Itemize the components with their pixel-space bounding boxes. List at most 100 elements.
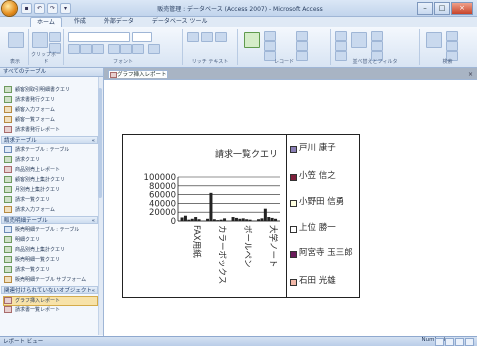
replace-icon[interactable]: [446, 31, 458, 41]
underline-icon[interactable]: [92, 44, 104, 54]
tab-external-data[interactable]: 外部データ: [98, 17, 140, 27]
nav-item-19[interactable]: 請求書一覧レポート: [4, 306, 60, 314]
legend-swatch: [290, 200, 297, 207]
nav-item-14[interactable]: 商品別売上集計クエリ: [4, 246, 65, 254]
nav-item-11[interactable]: 請求入力フォーム: [4, 206, 55, 214]
save-icon[interactable]: ▪: [21, 3, 32, 14]
redo-icon[interactable]: ↷: [47, 3, 58, 14]
cut-icon[interactable]: [49, 32, 61, 42]
nav-item-3[interactable]: 顧客一覧フォーム: [4, 116, 55, 124]
selection-filter-icon[interactable]: [371, 31, 383, 41]
nav-scrollbar-thumb[interactable]: [98, 88, 102, 198]
close-icon[interactable]: ×: [451, 2, 473, 15]
maximize-icon[interactable]: □: [434, 2, 450, 15]
totals-icon[interactable]: [296, 31, 308, 41]
bar: [241, 218, 245, 221]
nav-item-15[interactable]: 販売明細一覧クエリ: [4, 256, 60, 264]
bar: [190, 218, 194, 221]
nav-group-2[interactable]: 関連付けられていないオブジェクト «: [1, 286, 98, 294]
advanced-filter-icon[interactable]: [371, 41, 383, 51]
bar: [194, 217, 198, 221]
view-icon[interactable]: [8, 32, 24, 48]
query-icon: [4, 96, 12, 103]
query-icon: [4, 156, 12, 163]
bar: [234, 217, 238, 221]
document-tab[interactable]: グラフ挿入レポート: [108, 70, 168, 78]
bold-icon[interactable]: [68, 44, 80, 54]
font-size-dropdown[interactable]: [132, 32, 152, 42]
nav-item-2[interactable]: 顧客入力フォーム: [4, 106, 55, 114]
table-icon: [4, 146, 12, 153]
nav-item-7[interactable]: 商品別売上レポート: [4, 166, 60, 174]
nav-item-1[interactable]: 請求書発行クエリ: [4, 96, 55, 104]
refresh-all-icon[interactable]: [244, 32, 260, 48]
form-icon: [4, 206, 12, 213]
document-close-icon[interactable]: ×: [468, 71, 473, 78]
undo-icon[interactable]: ↶: [34, 3, 45, 14]
goto-icon[interactable]: [446, 41, 458, 51]
align-right-icon[interactable]: [132, 44, 144, 54]
nav-item-16[interactable]: 請求一覧クエリ: [4, 266, 50, 274]
tab-create[interactable]: 作成: [68, 17, 92, 27]
qat-dropdown-icon[interactable]: ▾: [60, 3, 71, 14]
window-controls: – □ ×: [417, 2, 473, 15]
ribbon-group-view: 表示: [2, 29, 29, 65]
nav-item-10[interactable]: 請求一覧クエリ: [4, 196, 50, 204]
legend-label: 戸川 康子: [299, 143, 336, 153]
chart-legend: [286, 134, 360, 298]
align-left-icon[interactable]: [108, 44, 120, 54]
ribbon-group-sort-filter: 並べ替えとフィルタ: [331, 29, 420, 65]
bar: [270, 217, 274, 221]
align-center-icon[interactable]: [120, 44, 132, 54]
bar: [212, 219, 216, 221]
paste-icon[interactable]: [32, 32, 48, 48]
bar: [216, 220, 220, 221]
nav-group-0[interactable]: 請求テーブル «: [1, 136, 98, 144]
new-record-icon[interactable]: [264, 31, 276, 41]
query-icon: [4, 176, 12, 183]
minimize-icon[interactable]: –: [417, 2, 433, 15]
font-color-icon[interactable]: [148, 44, 160, 54]
font-name-dropdown[interactable]: [68, 32, 130, 42]
query-icon: [4, 266, 12, 273]
bar: [180, 217, 184, 221]
spelling-icon[interactable]: [296, 41, 308, 51]
find-icon[interactable]: [426, 32, 442, 48]
nav-item-18[interactable]: グラフ挿入レポート: [3, 296, 98, 306]
legend-label: 小笠 信之: [299, 171, 336, 181]
nav-group-1[interactable]: 販売明細テーブル «: [1, 216, 98, 224]
nav-item-4[interactable]: 請求書発行レポート: [4, 126, 60, 134]
ribbon-group-records: レコード: [238, 29, 331, 65]
legend-swatch: [290, 226, 297, 233]
sort-descending-icon[interactable]: [335, 41, 347, 51]
nav-item-8[interactable]: 顧客別売上集計クエリ: [4, 176, 65, 184]
nav-item-9[interactable]: 月別売上集計クエリ: [4, 186, 60, 194]
rich-text-icon-3[interactable]: [215, 32, 227, 42]
rich-text-icon-2[interactable]: [201, 32, 213, 42]
ribbon: 表示 クリップボード フォント リッチ テキスト レコード 並べ替えとフィルタ …: [0, 27, 477, 68]
nav-item-6[interactable]: 請求クエリ: [4, 156, 40, 164]
status-view-label: レポート ビュー: [3, 339, 44, 345]
nav-item-0[interactable]: 顧客別取引明細書クエリ: [4, 86, 70, 94]
bar: [267, 217, 271, 221]
nav-item-12[interactable]: 販売明細テーブル : テーブル: [4, 226, 79, 234]
office-button-icon[interactable]: [2, 1, 17, 16]
italic-icon[interactable]: [80, 44, 92, 54]
sort-ascending-icon[interactable]: [335, 31, 347, 41]
rich-text-icon-1[interactable]: [187, 32, 199, 42]
bar: [206, 218, 210, 221]
nav-item-13[interactable]: 明細クエリ: [4, 236, 40, 244]
save-record-icon[interactable]: [264, 41, 276, 51]
nav-item-17[interactable]: 販売明細テーブル サブフォーム: [4, 276, 86, 284]
legend-label: 石田 光雄: [299, 276, 336, 286]
collapse-chevron-icon: «: [91, 288, 95, 294]
bar: [183, 215, 187, 221]
ribbon-group-font: フォント: [64, 29, 183, 65]
nav-item-5[interactable]: 請求テーブル : テーブル: [4, 146, 69, 154]
legend-swatch: [290, 174, 297, 181]
x-category-label: 大学ノート: [267, 225, 278, 268]
tab-database-tools[interactable]: データベース ツール: [146, 17, 214, 27]
legend-swatch: [290, 251, 297, 258]
filter-icon[interactable]: [351, 32, 367, 48]
nav-pane-header[interactable]: すべてのテーブル: [0, 68, 103, 77]
